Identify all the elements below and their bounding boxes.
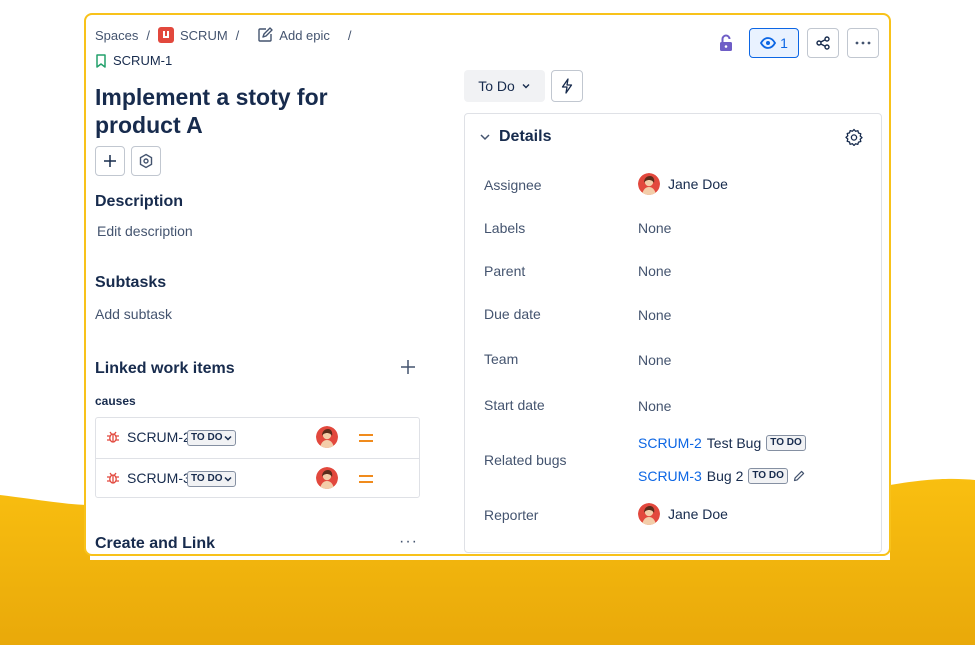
gear-icon bbox=[845, 128, 863, 147]
breadcrumb-separator: / bbox=[235, 27, 240, 43]
watch-button[interactable]: 1 bbox=[749, 28, 799, 58]
priority-medium-icon bbox=[359, 434, 373, 442]
related-bugs-label: Related bugs bbox=[484, 452, 567, 468]
issue-actions: 1 bbox=[711, 28, 879, 58]
apps-button[interactable] bbox=[131, 146, 161, 176]
related-bug-status: TO DO bbox=[748, 468, 788, 484]
title-actions bbox=[95, 146, 161, 176]
watch-count: 1 bbox=[780, 35, 788, 51]
breadcrumb-separator: / bbox=[347, 27, 352, 43]
details-panel: Details Assignee Jane Doe Labels None Pa… bbox=[464, 113, 882, 553]
team-field[interactable]: None bbox=[638, 352, 671, 368]
avatar bbox=[638, 173, 660, 195]
linked-items-table: SCRUM-2 TO DO SCRUM-3 TO DO bbox=[95, 417, 420, 498]
related-bug-item[interactable]: SCRUM-2 Test Bug TO DO bbox=[638, 435, 806, 451]
description-heading: Description bbox=[95, 193, 184, 210]
reporter-label: Reporter bbox=[484, 507, 539, 523]
avatar bbox=[316, 467, 338, 492]
reporter-name: Jane Doe bbox=[668, 506, 728, 522]
breadcrumb-spaces[interactable]: Spaces bbox=[95, 28, 138, 43]
details-heading: Details bbox=[499, 128, 552, 145]
more-icon bbox=[855, 41, 871, 45]
add-linked-item-button[interactable] bbox=[399, 358, 417, 381]
status-dropdown[interactable]: To Do bbox=[464, 70, 545, 102]
status-label: TO DO bbox=[191, 473, 223, 484]
related-bug-status: TO DO bbox=[766, 435, 806, 451]
add-epic-label: Add epic bbox=[279, 27, 330, 43]
avatar bbox=[316, 426, 338, 451]
assignee-label: Assignee bbox=[484, 177, 542, 193]
link-relation-label: causes bbox=[95, 394, 136, 408]
due-date-field[interactable]: None bbox=[638, 307, 671, 323]
create-and-link-heading: Create and Link bbox=[95, 535, 216, 552]
chevron-down-icon bbox=[224, 435, 233, 441]
breadcrumb-project-label: SCRUM bbox=[180, 27, 228, 43]
start-date-field[interactable]: None bbox=[638, 398, 671, 414]
lightning-icon bbox=[561, 78, 573, 94]
subtasks-heading: Subtasks bbox=[95, 274, 167, 291]
add-epic-button[interactable]: Add epic bbox=[257, 27, 330, 43]
related-bug-key[interactable]: SCRUM-3 bbox=[638, 468, 702, 484]
related-bug-name: Test Bug bbox=[706, 435, 762, 451]
story-icon bbox=[96, 53, 106, 68]
chevron-down-icon bbox=[480, 134, 490, 141]
priority-medium-icon bbox=[359, 475, 373, 483]
add-button[interactable] bbox=[95, 146, 125, 176]
team-label: Team bbox=[484, 351, 519, 367]
restrictions-button[interactable] bbox=[711, 28, 741, 58]
breadcrumb-separator: / bbox=[146, 27, 150, 43]
bug-icon bbox=[107, 431, 119, 443]
labels-label: Labels bbox=[484, 220, 526, 236]
reporter-field[interactable]: Jane Doe bbox=[638, 503, 728, 525]
more-actions-button[interactable] bbox=[847, 28, 879, 58]
issue-panel: Spaces / SCRUM / Add epic / SCRUM-1 Impl… bbox=[84, 13, 891, 556]
share-button[interactable] bbox=[807, 28, 839, 58]
linked-item-row[interactable]: SCRUM-2 TO DO bbox=[96, 418, 419, 458]
breadcrumb-project[interactable]: SCRUM bbox=[158, 27, 228, 43]
assignee-field[interactable]: Jane Doe bbox=[638, 173, 728, 195]
details-toggle[interactable]: Details bbox=[479, 128, 551, 146]
breadcrumb: Spaces / SCRUM / Add epic / bbox=[95, 27, 354, 43]
related-bug-item[interactable]: SCRUM-3 Bug 2 TO DO bbox=[638, 468, 805, 484]
linked-item-status[interactable]: TO DO bbox=[187, 471, 237, 487]
linked-items-heading: Linked work items bbox=[95, 360, 235, 377]
add-subtask-button[interactable]: Add subtask bbox=[95, 306, 172, 322]
pencil-icon[interactable] bbox=[793, 470, 805, 482]
plus-icon bbox=[104, 155, 116, 167]
breadcrumb-issue-key: SCRUM-1 bbox=[113, 53, 173, 68]
avatar bbox=[638, 503, 660, 525]
more-icon[interactable]: ··· bbox=[399, 533, 418, 551]
linked-item-row[interactable]: SCRUM-3 TO DO bbox=[96, 458, 419, 498]
automation-button[interactable] bbox=[551, 70, 583, 102]
plus-icon bbox=[401, 360, 415, 374]
parent-field[interactable]: None bbox=[638, 263, 671, 279]
issue-title[interactable]: Implement a stoty for product A bbox=[95, 83, 415, 139]
labels-field[interactable]: None bbox=[638, 220, 671, 236]
assignee-name: Jane Doe bbox=[668, 176, 728, 192]
related-bug-name: Bug 2 bbox=[706, 468, 744, 484]
edit-icon bbox=[258, 27, 273, 42]
project-logo-icon bbox=[158, 27, 174, 43]
parent-label: Parent bbox=[484, 263, 526, 279]
chevron-down-icon bbox=[224, 476, 233, 482]
linked-item-key[interactable]: SCRUM-3 bbox=[127, 470, 187, 486]
status-label: TO DO bbox=[191, 432, 223, 443]
linked-item-status[interactable]: TO DO bbox=[187, 430, 237, 446]
chevron-down-icon bbox=[522, 84, 530, 89]
configure-fields-button[interactable] bbox=[845, 128, 863, 151]
eye-icon bbox=[760, 37, 777, 49]
lock-icon bbox=[720, 34, 732, 51]
linked-item-key[interactable]: SCRUM-2 bbox=[127, 429, 187, 445]
breadcrumb-issue[interactable]: SCRUM-1 bbox=[95, 53, 172, 68]
bug-icon bbox=[107, 472, 119, 484]
related-bug-key[interactable]: SCRUM-2 bbox=[638, 435, 702, 451]
hexagon-icon bbox=[139, 153, 153, 169]
status-value: To Do bbox=[478, 78, 515, 94]
start-date-label: Start date bbox=[484, 397, 545, 413]
due-date-label: Due date bbox=[484, 306, 541, 322]
share-icon bbox=[816, 36, 830, 50]
description-editor[interactable]: Edit description bbox=[97, 223, 193, 239]
